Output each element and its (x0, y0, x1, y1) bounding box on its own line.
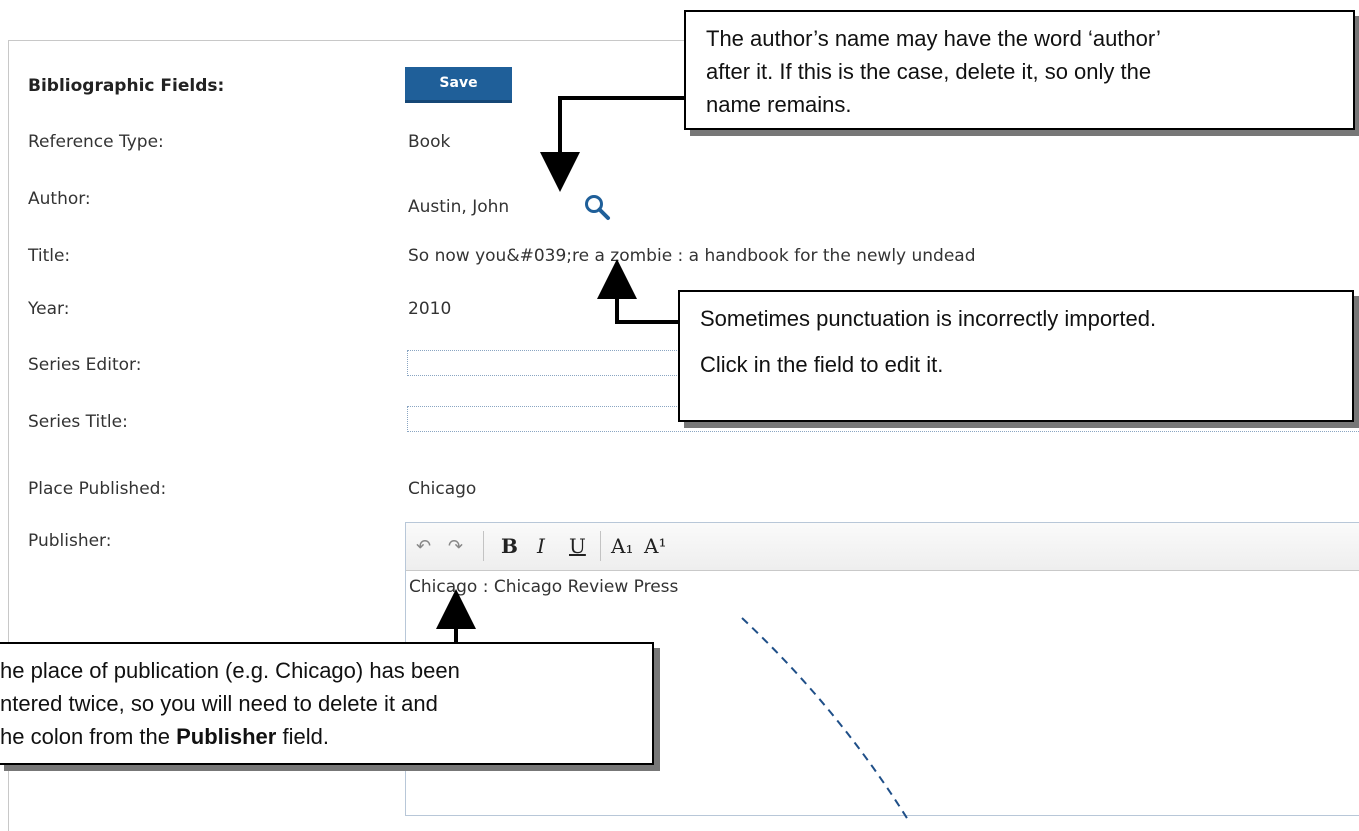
author-callout: The author’s name may have the word ‘aut… (684, 10, 1355, 130)
punctuation-callout-line: Sometimes punctuation is incorrectly imp… (700, 306, 1157, 331)
author-arrow (540, 96, 686, 192)
place-callout-text: field. (276, 724, 329, 749)
place-callout-line: he place of publication (e.g. Chicago) h… (0, 658, 460, 683)
punctuation-callout: Sometimes punctuation is incorrectly imp… (678, 290, 1354, 422)
punctuation-arrow (597, 259, 680, 324)
place-callout: he place of publication (e.g. Chicago) h… (0, 642, 654, 765)
place-callout-line: ntered twice, so you will need to delete… (0, 691, 438, 716)
author-callout-line: name remains. (706, 92, 852, 117)
punctuation-callout-line: Click in the field to edit it. (700, 352, 944, 377)
author-callout-line: The author’s name may have the word ‘aut… (706, 26, 1161, 51)
dashed-pointer-line (741, 617, 911, 823)
place-callout-text: he colon from the (0, 724, 177, 749)
publisher-bold-text: Publisher (176, 724, 277, 749)
place-callout-line: he colon from the Publisher field. (0, 720, 652, 753)
author-callout-line: after it. If this is the case, delete it… (706, 59, 1152, 84)
